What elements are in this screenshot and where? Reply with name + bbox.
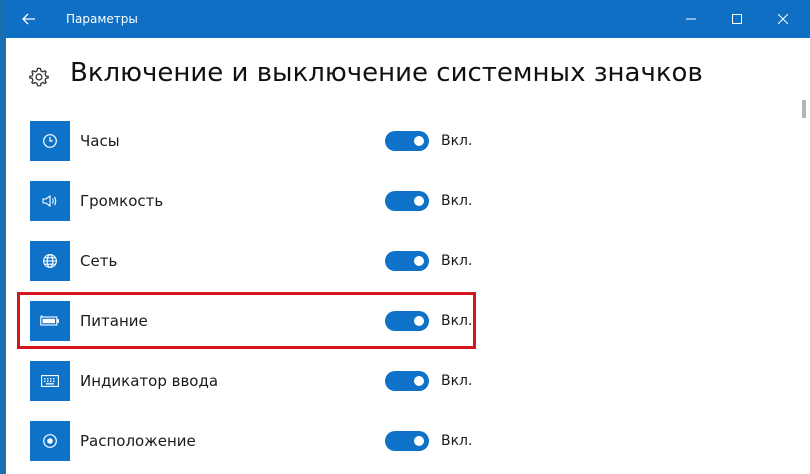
setting-row-volume: Громкость Вкл. bbox=[6, 181, 606, 221]
toggle-state-clock: Вкл. bbox=[441, 133, 473, 149]
toggle-knob bbox=[414, 196, 424, 206]
row-label-volume: Громкость bbox=[80, 192, 164, 210]
back-button[interactable] bbox=[6, 0, 52, 38]
minimize-icon bbox=[686, 18, 696, 20]
scrollbar-thumb[interactable] bbox=[802, 100, 806, 118]
toggle-state-input-indicator: Вкл. bbox=[441, 373, 473, 389]
setting-row-input-indicator: Индикатор ввода Вкл. bbox=[6, 361, 606, 401]
setting-row-network: Сеть Вкл. bbox=[6, 241, 606, 281]
title-bar: Параметры bbox=[6, 0, 810, 38]
row-label-input-indicator: Индикатор ввода bbox=[80, 372, 219, 390]
toggle-input-indicator[interactable] bbox=[385, 371, 429, 391]
network-tile bbox=[30, 241, 70, 281]
location-tile bbox=[30, 421, 70, 461]
clock-icon bbox=[43, 134, 57, 148]
maximize-button[interactable] bbox=[714, 0, 760, 38]
window-title: Параметры bbox=[66, 12, 138, 26]
row-label-location: Расположение bbox=[80, 432, 196, 450]
toggle-state-volume: Вкл. bbox=[441, 193, 473, 209]
toggle-knob bbox=[414, 436, 424, 446]
location-icon bbox=[43, 434, 57, 448]
toggle-location[interactable] bbox=[385, 431, 429, 451]
close-icon bbox=[778, 14, 788, 24]
highlight-box bbox=[17, 292, 476, 349]
back-arrow-icon bbox=[22, 13, 35, 25]
minimize-button[interactable] bbox=[668, 0, 714, 38]
page-header: Включение и выключение системных значков bbox=[6, 38, 810, 116]
toggle-network[interactable] bbox=[385, 251, 429, 271]
keyboard-icon bbox=[41, 375, 59, 387]
row-label-clock: Часы bbox=[80, 132, 120, 150]
toggle-clock[interactable] bbox=[385, 131, 429, 151]
input-indicator-tile bbox=[30, 361, 70, 401]
gear-icon bbox=[29, 67, 49, 87]
row-label-network: Сеть bbox=[80, 252, 118, 270]
setting-row-clock: Часы Вкл. bbox=[6, 121, 606, 161]
settings-window: Параметры Включение и выключение системн… bbox=[6, 0, 810, 474]
toggle-state-location: Вкл. bbox=[441, 433, 473, 449]
toggle-knob bbox=[414, 136, 424, 146]
maximize-icon bbox=[732, 14, 742, 24]
close-button[interactable] bbox=[760, 0, 806, 38]
volume-tile bbox=[30, 181, 70, 221]
toggle-knob bbox=[414, 256, 424, 266]
setting-row-location: Расположение Вкл. bbox=[6, 421, 606, 461]
page-title: Включение и выключение системных значков bbox=[70, 58, 703, 88]
toggle-state-network: Вкл. bbox=[441, 253, 473, 269]
globe-icon bbox=[43, 254, 57, 268]
speaker-icon bbox=[42, 194, 57, 208]
clock-tile bbox=[30, 121, 70, 161]
toggle-knob bbox=[414, 376, 424, 386]
toggle-volume[interactable] bbox=[385, 191, 429, 211]
